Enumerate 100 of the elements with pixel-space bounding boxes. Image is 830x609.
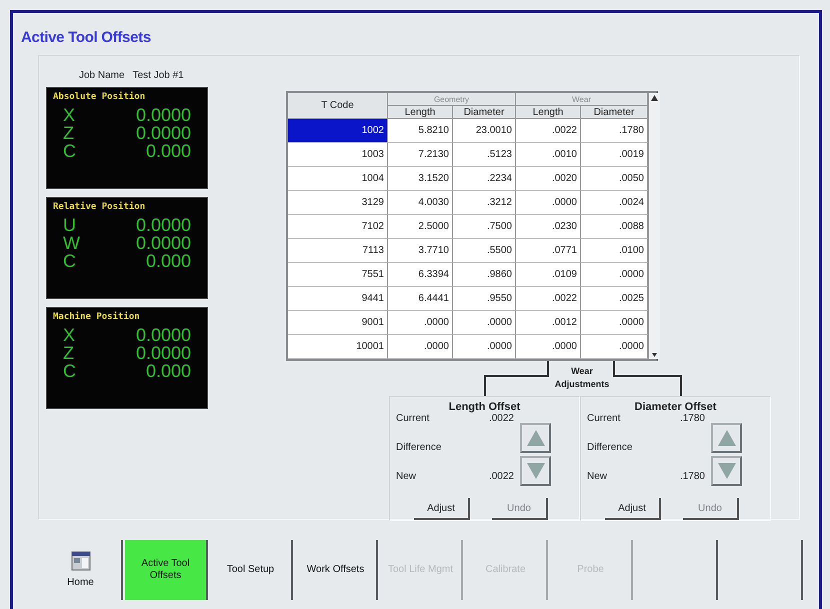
axis-value: 0.000 — [146, 252, 191, 270]
scroll-up-icon[interactable] — [649, 93, 660, 104]
table-cell[interactable]: .0771 — [516, 239, 581, 263]
column-header: Length — [516, 106, 581, 119]
table-cell[interactable]: .0010 — [516, 143, 581, 167]
table-cell[interactable]: 7113 — [288, 239, 388, 263]
axis-letter: Z — [63, 344, 74, 362]
table-cell[interactable]: .0019 — [581, 143, 648, 167]
axis-value: 0.0000 — [136, 326, 191, 344]
table-cell[interactable]: .0000 — [581, 311, 648, 335]
table-cell[interactable]: .0000 — [581, 335, 648, 359]
connector-line — [484, 361, 549, 396]
column-header: Diameter — [581, 106, 648, 119]
group-header: Wear — [516, 93, 648, 106]
column-header: Length — [388, 106, 453, 119]
table-cell[interactable]: .0050 — [581, 167, 648, 191]
table-cell[interactable]: .0022 — [516, 287, 581, 311]
field-label: New — [587, 471, 608, 482]
table-cell[interactable]: .0088 — [581, 215, 648, 239]
table-cell[interactable]: 1004 — [288, 167, 388, 191]
up-triangle-icon — [526, 429, 546, 447]
table-cell[interactable]: 2.5000 — [388, 215, 453, 239]
table-cell[interactable]: .5123 — [453, 143, 516, 167]
axis-letter: C — [63, 252, 76, 270]
table-cell[interactable]: .0000 — [388, 335, 453, 359]
field-value: .0022 — [488, 471, 514, 482]
field-value: .0022 — [488, 413, 514, 424]
panel-button[interactable]: Adjust — [414, 498, 470, 520]
scrollbar[interactable] — [648, 93, 660, 359]
job-name-label: Job Name — [79, 70, 125, 81]
table-cell[interactable]: .5500 — [453, 239, 516, 263]
table-cell[interactable]: .7500 — [453, 215, 516, 239]
down-triangle-icon — [526, 462, 546, 480]
table-cell[interactable]: 1003 — [288, 143, 388, 167]
table-cell[interactable]: .0230 — [516, 215, 581, 239]
axis-letter: X — [63, 106, 76, 124]
table-cell[interactable]: .0109 — [516, 263, 581, 287]
axis-value: 0.0000 — [136, 234, 191, 252]
table-cell[interactable]: .0020 — [516, 167, 581, 191]
home-icon — [70, 551, 90, 571]
table-cell[interactable]: 10001 — [288, 335, 388, 359]
position-title: Absolute Position — [53, 92, 146, 102]
table-cell[interactable]: .0000 — [388, 311, 453, 335]
table-cell[interactable]: .2234 — [453, 167, 516, 191]
panel-button[interactable]: Adjust — [605, 498, 661, 520]
scroll-down-icon[interactable] — [649, 351, 660, 359]
position-title: Relative Position — [53, 202, 146, 212]
table-cell[interactable]: 3.7710 — [388, 239, 453, 263]
axis-value: 0.000 — [146, 362, 191, 380]
table-cell[interactable]: .0024 — [581, 191, 648, 215]
table-cell[interactable]: .9860 — [453, 263, 516, 287]
table-cell[interactable]: .0000 — [453, 311, 516, 335]
table-cell[interactable]: 5.8210 — [388, 119, 453, 143]
table-cell[interactable]: 3129 — [288, 191, 388, 215]
table-cell[interactable]: .0100 — [581, 239, 648, 263]
field-label: Difference — [396, 442, 442, 453]
table-cell[interactable]: 3.1520 — [388, 167, 453, 191]
table-cell[interactable]: .0022 — [516, 119, 581, 143]
nav-button[interactable]: Active Tool Offsets — [125, 540, 208, 600]
table-cell[interactable]: .0012 — [516, 311, 581, 335]
table-cell[interactable]: .1780 — [581, 119, 648, 143]
panel-title: Length Offset — [448, 401, 520, 413]
axis-value: 0.0000 — [136, 106, 191, 124]
wear-adjustments-label: Wear Adjustments — [554, 365, 610, 391]
table-cell[interactable]: 9001 — [288, 311, 388, 335]
table-cell[interactable]: .0025 — [581, 287, 648, 311]
table-cell[interactable]: .0000 — [453, 335, 516, 359]
increase-button[interactable] — [520, 423, 551, 453]
table-cell[interactable]: 4.0030 — [388, 191, 453, 215]
field-value: .1780 — [680, 413, 705, 424]
table-cell[interactable]: .0000 — [516, 191, 581, 215]
increase-button[interactable] — [711, 423, 742, 453]
table-cell[interactable]: .0000 — [581, 263, 648, 287]
table-cell[interactable]: .9550 — [453, 287, 516, 311]
axis-value: 0.0000 — [136, 344, 191, 362]
field-label: Difference — [587, 442, 632, 453]
table-cell[interactable]: 6.3394 — [388, 263, 453, 287]
axis-letter: X — [63, 326, 76, 344]
field-label: Current — [396, 413, 430, 424]
table-cell[interactable]: 7551 — [288, 263, 388, 287]
up-triangle-icon — [716, 429, 736, 447]
table-cell[interactable]: 6.4441 — [388, 287, 453, 311]
table-cell[interactable]: 9441 — [288, 287, 388, 311]
table-cell[interactable]: 23.0010 — [453, 119, 516, 143]
field-label: New — [396, 471, 416, 482]
decrease-button[interactable] — [520, 456, 551, 486]
job-name-value: Test Job #1 — [132, 70, 184, 81]
table-cell[interactable]: .0000 — [516, 335, 581, 359]
table-cell[interactable]: 7102 — [288, 215, 388, 239]
axis-letter: W — [63, 234, 80, 252]
table-cell[interactable]: 7.2130 — [388, 143, 453, 167]
axis-letter: Z — [63, 124, 74, 142]
axis-letter: C — [63, 142, 76, 160]
axis-value: 0.000 — [146, 142, 191, 160]
connector-line — [613, 361, 682, 396]
panel-title: Diameter Offset — [634, 401, 716, 413]
axis-letter: U — [63, 216, 76, 234]
decrease-button[interactable] — [711, 456, 742, 486]
table-cell[interactable]: 1002 — [288, 119, 388, 143]
table-cell[interactable]: .3212 — [453, 191, 516, 215]
